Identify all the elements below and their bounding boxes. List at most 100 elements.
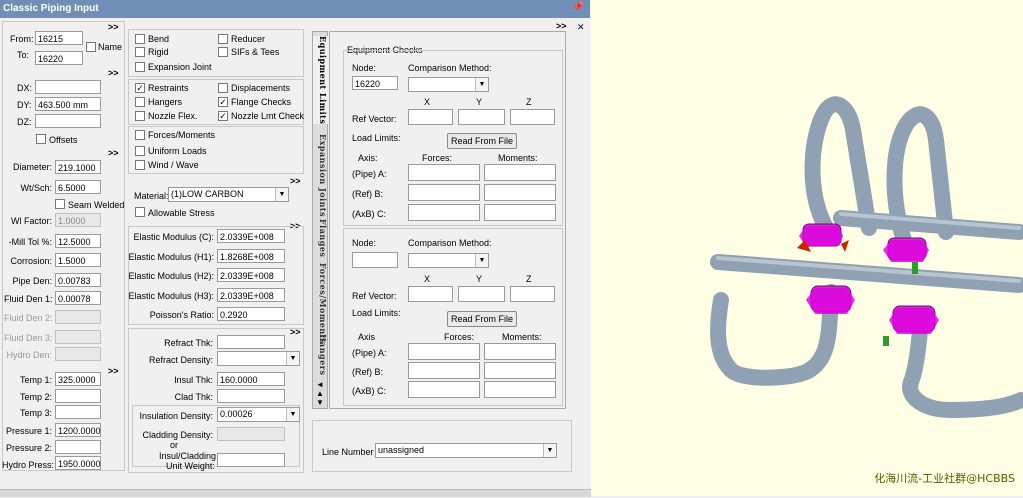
read-from-file-button-2[interactable]: Read From File xyxy=(447,311,517,327)
tab-scroll-up-icon[interactable]: ▲ xyxy=(316,389,324,398)
mill-tol-input[interactable]: 12.5000 xyxy=(55,234,101,248)
moment-b-input-1[interactable] xyxy=(484,184,556,201)
refract-thk-input[interactable] xyxy=(217,335,285,349)
expand-chevron[interactable]: >> xyxy=(108,366,119,376)
tab-flanges[interactable]: Flanges xyxy=(313,219,328,257)
elastic-c-input[interactable]: 2.0339E+008 xyxy=(217,229,285,243)
moment-a-input-1[interactable] xyxy=(484,164,556,181)
clad-thk-input[interactable] xyxy=(217,389,285,403)
dz-input[interactable] xyxy=(35,114,101,128)
pressure1-input[interactable]: 1200.0000 xyxy=(55,423,101,437)
seam-welded-checkbox[interactable] xyxy=(55,199,65,209)
forces-moments-checkbox[interactable] xyxy=(135,130,145,140)
insul-density-select[interactable]: 0.00026 ▼ xyxy=(217,407,300,422)
tab-hangers[interactable]: Hangers xyxy=(313,334,328,375)
force-c-input-1[interactable] xyxy=(408,204,480,221)
window-title-bar: Classic Piping Input 📌 xyxy=(0,0,590,18)
reducer-checkbox[interactable] xyxy=(218,34,228,44)
wind-wave-checkbox[interactable] xyxy=(135,160,145,170)
model-viewer[interactable]: 化海川流-工业社群@HCBBS xyxy=(591,0,1023,496)
tab-expansion-joints[interactable]: Expansion Joints xyxy=(313,134,328,217)
read-from-file-button-1[interactable]: Read From File xyxy=(447,133,517,149)
moment-a-input-2[interactable] xyxy=(484,343,556,360)
expand-chevron[interactable]: >> xyxy=(556,21,567,31)
dx-input[interactable] xyxy=(35,80,101,94)
ref-vector-x-2[interactable] xyxy=(408,286,453,302)
offsets-checkbox[interactable] xyxy=(36,134,46,144)
pin-icon[interactable]: 📌 xyxy=(572,2,584,13)
name-checkbox[interactable] xyxy=(86,42,96,52)
dy-input[interactable]: 463.500 mm xyxy=(35,97,101,111)
restraints-checkbox[interactable]: ✓ xyxy=(135,83,145,93)
pipe-den-input[interactable]: 0.00783 xyxy=(55,273,101,287)
comparison-select-1[interactable]: ▼ xyxy=(408,77,489,92)
wtsch-input[interactable]: 6.5000 xyxy=(55,180,101,194)
clad-thk-label: Clad Thk: xyxy=(174,392,213,402)
expand-chevron[interactable]: >> xyxy=(108,22,119,32)
expand-chevron[interactable]: >> xyxy=(108,68,119,78)
close-icon[interactable]: ✕ xyxy=(577,22,585,33)
refract-density-select[interactable]: ▼ xyxy=(217,351,300,366)
expansion-joint-label: Expansion Joint xyxy=(148,62,212,72)
axis-label-1: Axis: xyxy=(358,153,378,163)
comparison-select-2[interactable]: ▼ xyxy=(408,253,489,268)
expand-chevron[interactable]: >> xyxy=(290,176,301,186)
node-label-1: Node: xyxy=(352,63,377,73)
temp2-input[interactable] xyxy=(55,389,101,403)
ref-vector-z-2[interactable] xyxy=(510,286,555,302)
rigid-checkbox[interactable] xyxy=(135,47,145,57)
corrosion-input[interactable]: 1.5000 xyxy=(55,253,101,267)
hangers-checkbox[interactable] xyxy=(135,97,145,107)
material-select[interactable]: (1)LOW CARBON ▼ xyxy=(168,187,289,202)
node-input-1[interactable]: 16220 xyxy=(352,76,398,90)
flange-checks-checkbox[interactable]: ✓ xyxy=(218,97,228,107)
displacements-checkbox[interactable] xyxy=(218,83,228,93)
allowable-stress-checkbox[interactable] xyxy=(135,207,145,217)
from-node-input[interactable]: 16215 xyxy=(35,31,83,45)
pressure2-input[interactable] xyxy=(55,440,101,454)
insul-thk-input[interactable]: 160.0000 xyxy=(217,372,285,386)
hydro-press-input[interactable]: 1950.0000 xyxy=(55,456,101,470)
elastic-h1-input[interactable]: 1.8268E+008 xyxy=(217,249,285,263)
tab-forces-moments[interactable]: Forces/Moments xyxy=(313,263,328,344)
force-b-input-2[interactable] xyxy=(408,362,480,379)
expand-chevron[interactable]: >> xyxy=(108,148,119,158)
node-input-2[interactable] xyxy=(352,252,398,268)
temp1-input[interactable]: 325.0000 xyxy=(55,372,101,386)
uniform-loads-checkbox[interactable] xyxy=(135,146,145,156)
ref-vector-z-1[interactable] xyxy=(510,109,555,125)
tab-equipment-limits[interactable]: Equipment Limits xyxy=(313,36,328,125)
dz-label: DZ: xyxy=(17,117,32,127)
node-label-2: Node: xyxy=(352,238,377,248)
force-a-input-1[interactable] xyxy=(408,164,480,181)
force-b-input-1[interactable] xyxy=(408,184,480,201)
moment-b-input-2[interactable] xyxy=(484,362,556,379)
pipe-a-label-1: (Pipe) A: xyxy=(352,169,387,179)
line-number-select[interactable]: unassigned ▼ xyxy=(375,443,557,458)
fluid-den1-input[interactable]: 0.00078 xyxy=(55,291,101,305)
bend-checkbox[interactable] xyxy=(135,34,145,44)
tab-scroll-left-icon[interactable]: ◄ xyxy=(316,380,324,389)
ref-vector-x-1[interactable] xyxy=(408,109,453,125)
nozzle-lmt-checkbox[interactable]: ✓ xyxy=(218,111,228,121)
force-c-input-2[interactable] xyxy=(408,381,480,398)
line-number-value: unassigned xyxy=(378,445,425,455)
elastic-h2-input[interactable]: 2.0339E+008 xyxy=(217,268,285,282)
tab-scroll-down-icon[interactable]: ▼ xyxy=(316,398,324,407)
moment-c-input-1[interactable] xyxy=(484,204,556,221)
diameter-input[interactable]: 219.1000 xyxy=(55,160,101,174)
unit-weight-input[interactable] xyxy=(217,453,285,467)
chevron-down-icon: ▼ xyxy=(286,352,299,365)
ref-vector-y-1[interactable] xyxy=(458,109,505,125)
force-a-input-2[interactable] xyxy=(408,343,480,360)
elastic-h3-input[interactable]: 2.0339E+008 xyxy=(217,288,285,302)
moment-c-input-2[interactable] xyxy=(484,381,556,398)
ref-vector-y-2[interactable] xyxy=(458,286,505,302)
expansion-joint-checkbox[interactable] xyxy=(135,62,145,72)
to-node-input[interactable]: 16220 xyxy=(35,51,83,65)
poisson-input[interactable]: 0.2920 xyxy=(217,307,285,321)
sifs-tees-checkbox[interactable] xyxy=(218,47,228,57)
rigid-label: Rigid xyxy=(148,47,169,57)
temp3-input[interactable] xyxy=(55,405,101,419)
nozzle-flex-checkbox[interactable] xyxy=(135,111,145,121)
